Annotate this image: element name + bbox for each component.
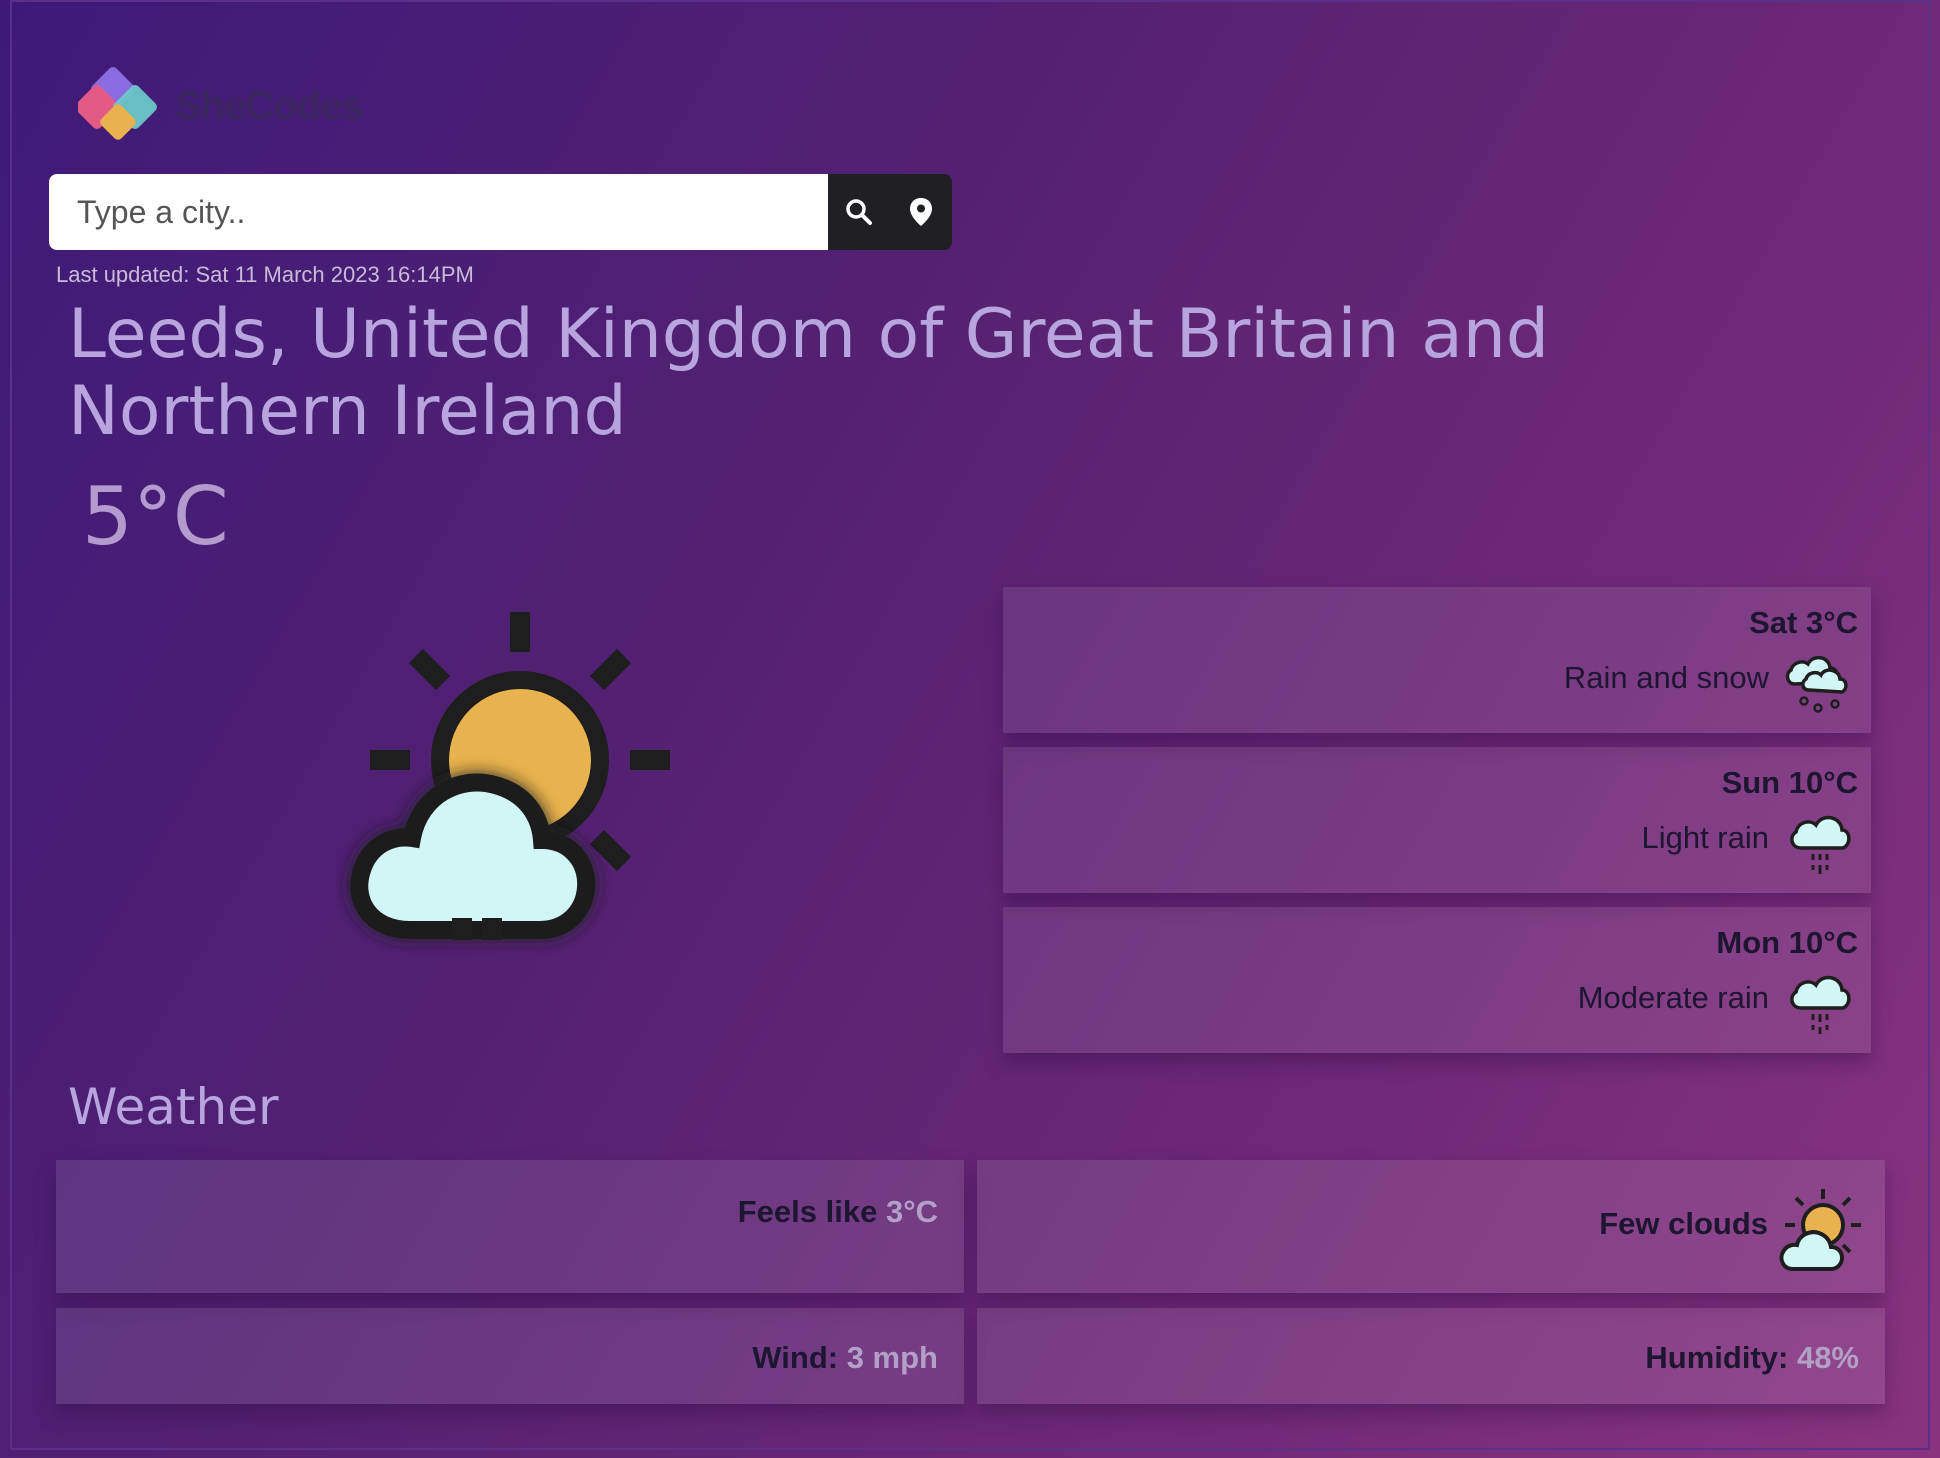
forecast-description: Moderate rain: [1577, 980, 1769, 1015]
wind-value: 3 mph: [846, 1340, 938, 1375]
feels-like-card: Feels like 3°C: [56, 1160, 964, 1293]
moderate-rain-icon: [1783, 964, 1857, 1038]
wind-text: Wind: 3 mph: [752, 1340, 938, 1376]
humidity-text: Humidity: 48%: [1645, 1340, 1859, 1376]
forecast-day: Sun 10°C: [1721, 765, 1858, 800]
current-temperature: 5°C: [82, 470, 229, 563]
condition-card: Few clouds: [977, 1160, 1885, 1293]
humidity-label: Humidity:: [1645, 1340, 1789, 1375]
forecast-day: Mon 10°C: [1716, 925, 1858, 960]
feels-like-text: Feels like 3°C: [738, 1194, 938, 1230]
current-location-button[interactable]: [890, 174, 952, 250]
weather-heading: Weather: [68, 1078, 279, 1136]
forecast-card: Mon 10°C Moderate rain: [1003, 907, 1871, 1053]
condition-text: Few clouds: [1599, 1206, 1768, 1241]
brand-name[interactable]: SheCodes: [175, 84, 364, 129]
few-clouds-icon: [330, 600, 700, 960]
humidity-card: Humidity: 48%: [977, 1308, 1885, 1404]
feels-like-label: Feels like: [737, 1194, 878, 1229]
city-search-input[interactable]: [49, 174, 828, 250]
forecast-card: Sat 3°C Rain and snow: [1003, 587, 1871, 733]
rain-snow-icon: [1783, 644, 1857, 718]
humidity-value: 48%: [1796, 1340, 1859, 1375]
few-clouds-icon: [1779, 1185, 1863, 1275]
last-updated: Last updated: Sat 11 March 2023 16:14PM: [56, 262, 474, 287]
forecast-description: Light rain: [1641, 820, 1769, 855]
light-rain-icon: [1783, 804, 1857, 878]
wind-label: Wind:: [752, 1340, 839, 1375]
forecast-description: Rain and snow: [1563, 660, 1769, 695]
search-button[interactable]: [828, 174, 890, 250]
city-name: Leeds, United Kingdom of Great Britain a…: [68, 295, 1550, 451]
forecast-day: Sat 3°C: [1749, 605, 1858, 640]
wind-card: Wind: 3 mph: [56, 1308, 964, 1404]
search-icon: [846, 199, 872, 225]
search-form: [49, 174, 952, 250]
forecast-card: Sun 10°C Light rain: [1003, 747, 1871, 893]
location-pin-icon: [910, 198, 932, 226]
feels-like-value: 3°C: [885, 1194, 938, 1229]
logo-mark-icon: [75, 67, 157, 140]
